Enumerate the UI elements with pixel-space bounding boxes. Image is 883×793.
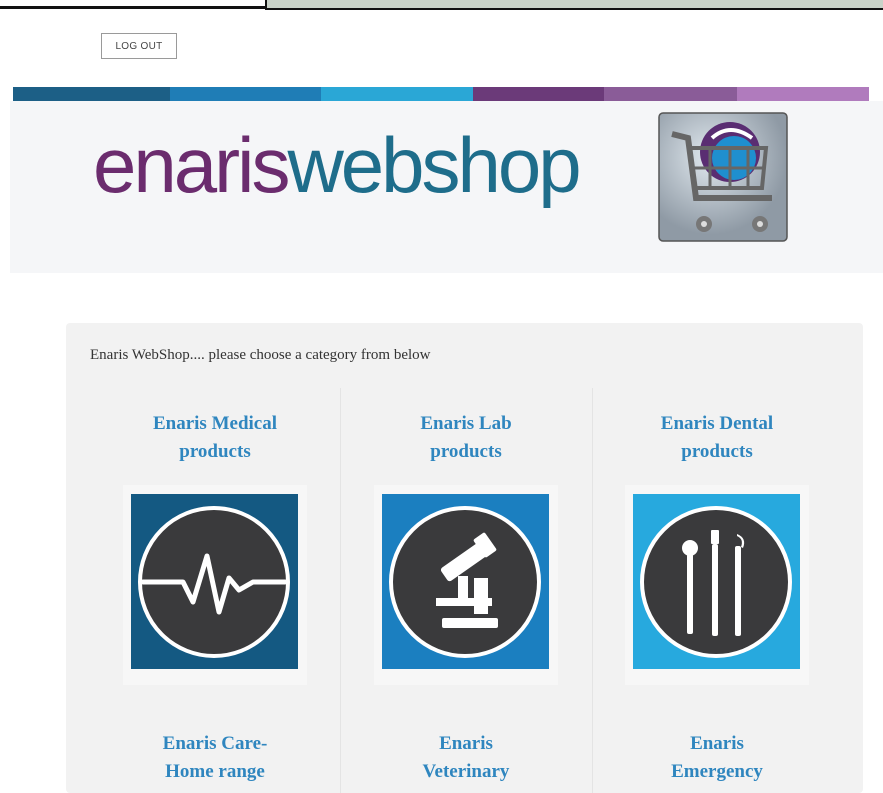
stripe-segment xyxy=(604,87,737,101)
brand-color-stripe xyxy=(13,87,869,101)
category-title-line1: Enaris Medical xyxy=(152,413,278,434)
category-title-line2: Veterinary xyxy=(422,761,510,782)
category-title-line1: Enaris xyxy=(439,733,493,754)
top-bar-right xyxy=(265,0,883,10)
logo-text-part2: webshop xyxy=(287,121,581,209)
stripe-segment xyxy=(321,87,473,101)
category-title-line2: products xyxy=(179,441,251,462)
category-title-line2: products xyxy=(430,441,502,462)
category-title-line1: Enaris Care- xyxy=(162,733,268,754)
column-divider xyxy=(340,388,341,793)
intro-text: Enaris WebShop.... please choose a categ… xyxy=(90,347,431,363)
logo-text-part1: enaris xyxy=(93,121,290,209)
stripe-segment xyxy=(13,87,170,101)
category-title-care-home[interactable]: Enaris Care- Home range xyxy=(105,730,325,786)
stripe-segment xyxy=(170,87,321,101)
category-title-line2: Home range xyxy=(165,761,265,782)
heartbeat-icon[interactable] xyxy=(131,494,298,669)
category-title-line2: Emergency xyxy=(671,761,763,782)
category-title-medical[interactable]: Enaris Medical products xyxy=(105,410,325,466)
stripe-segment xyxy=(737,87,869,101)
category-title-lab[interactable]: Enaris Lab products xyxy=(356,410,576,466)
category-title-emergency[interactable]: Enaris Emergency xyxy=(607,730,827,786)
category-title-line1: Enaris xyxy=(690,733,744,754)
column-divider xyxy=(592,388,593,793)
category-title-dental[interactable]: Enaris Dental products xyxy=(607,410,827,466)
microscope-icon[interactable] xyxy=(382,494,549,669)
top-bar-left xyxy=(0,0,265,9)
stripe-segment xyxy=(473,87,604,101)
category-title-line1: Enaris Lab xyxy=(420,413,512,434)
category-title-line2: products xyxy=(681,441,753,462)
logout-button[interactable]: LOG OUT xyxy=(101,33,177,59)
dental-tools-icon[interactable] xyxy=(633,494,800,669)
site-logo[interactable]: enariswebshop xyxy=(93,126,582,204)
category-title-veterinary[interactable]: Enaris Veterinary xyxy=(356,730,576,786)
category-title-line1: Enaris Dental xyxy=(660,413,774,434)
shopping-cart-icon xyxy=(658,112,788,242)
